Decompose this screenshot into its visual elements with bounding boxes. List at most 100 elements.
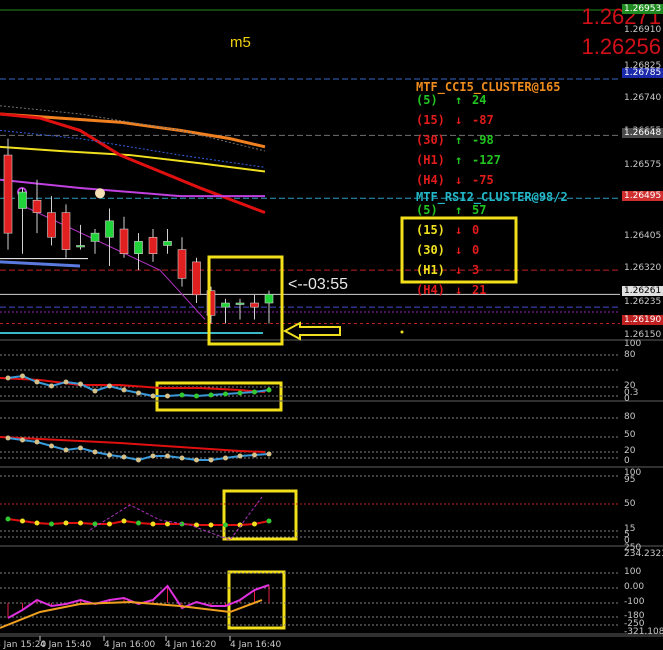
sub1-axis-label: 100 (624, 339, 642, 349)
sub1-dot (194, 393, 199, 399)
arrow-up-icon: ↑ (455, 203, 463, 217)
sub2-dot (92, 449, 98, 455)
sub4-axis-label: -100 (624, 597, 645, 607)
chart-canvas[interactable] (0, 0, 663, 650)
pivot-marker (95, 188, 105, 199)
cluster-timeframe: (15) (416, 223, 445, 237)
sub2-dot (252, 452, 257, 458)
chart-window[interactable]: m5 1.26271 1.26256 <--03:55 MTF_CCI5_CLU… (0, 0, 663, 650)
sub1-dot (223, 391, 228, 397)
cci-cluster-title: MTF_CCI5_CLUSTER@165 (416, 80, 561, 94)
arrow-up-icon: ↑ (455, 153, 463, 167)
sub2-dot (266, 451, 272, 457)
sub3-dot (252, 521, 257, 527)
sub3-purple (89, 496, 263, 541)
sub2-dot (208, 457, 214, 463)
sub1-dot (208, 392, 214, 398)
sub3-dot (223, 522, 228, 528)
sub4-axis-label: 234.2323 (624, 549, 663, 559)
fast-line (0, 260, 81, 268)
sub1-dot (252, 389, 257, 395)
sub1-dot (121, 387, 127, 393)
sub1-axis-label: 0 (624, 394, 630, 404)
sub2-axis-label: 0 (624, 456, 630, 466)
arrow-up-icon: ↑ (455, 93, 463, 107)
candle-body (250, 302, 259, 308)
price-axis-label: 1.26740 (624, 93, 662, 103)
sub3-dot (20, 518, 25, 524)
candle-body (264, 294, 274, 304)
price-axis-label: 1.26320 (624, 263, 662, 273)
sub3-dot (150, 521, 156, 527)
sub2-dot (136, 457, 141, 463)
arrow-down-icon: ↓ (455, 173, 463, 187)
price-tag: 1.26785 (622, 68, 663, 78)
cluster-timeframe: (H4) (416, 173, 445, 187)
sub1-dot (150, 393, 156, 399)
time-axis-label: 4 Jan 16:20 (165, 640, 217, 650)
sub2-dot (107, 452, 112, 458)
price-arrow (282, 321, 341, 341)
arrow-down-icon: ↓ (455, 113, 463, 127)
price-axis-label: 1.26575 (624, 160, 662, 170)
cluster-timeframe: (5) (416, 203, 438, 217)
sub1-dot (78, 381, 83, 387)
sub1-dot (107, 383, 112, 389)
cluster-value: 0 (472, 243, 480, 257)
candle-body (119, 228, 129, 254)
cluster-value: -127 (472, 153, 501, 167)
sub3-dot (179, 521, 185, 527)
sub2-dot (150, 453, 156, 459)
candle-body (221, 302, 230, 308)
cluster-timeframe: (H1) (416, 153, 445, 167)
sub3-dot (165, 521, 170, 527)
sub2-dot (5, 435, 11, 441)
sub2-axis-label: 50 (624, 430, 636, 440)
sub3-dot (121, 518, 127, 524)
arrow-up-icon: ↑ (455, 133, 463, 147)
time-axis-label: 4 Jan 15:40 (40, 640, 92, 650)
price-tag: 1.26190 (622, 315, 663, 325)
sub1-signal (0, 377, 266, 393)
sub2-dot (237, 453, 243, 459)
candle-body (177, 249, 187, 279)
sub4-axis-label: -321.1087 (624, 627, 663, 637)
sub4-signal (0, 599, 263, 629)
sub1-dot (63, 379, 69, 385)
ask-price: 1.26256 (581, 34, 661, 59)
sub2-dot (49, 443, 54, 449)
sub1-dot (266, 387, 272, 393)
sub3-dot (136, 520, 141, 526)
sub2-axis-label: 80 (624, 412, 636, 422)
sub4-axis-label: 100 (624, 567, 642, 577)
candle-body (148, 236, 158, 254)
price-tag: 1.26261 (622, 286, 663, 296)
time-axis-label: 4 Jan 16:00 (104, 640, 156, 650)
sub3-dot (63, 520, 69, 526)
candle-body (163, 241, 172, 246)
candle-body (61, 212, 71, 250)
sub3-dot (107, 521, 112, 527)
sub2-dot (179, 455, 185, 461)
sub2-dot (223, 455, 228, 461)
bar-countdown: <--03:55 (288, 276, 349, 293)
price-axis-label: 1.26235 (624, 297, 662, 307)
sub3-dot (208, 522, 214, 528)
sub3-axis-label: 95 (624, 475, 636, 485)
sub1-axis-label: 80 (624, 350, 636, 360)
candle-body (18, 191, 27, 209)
sub2-dot (78, 445, 83, 451)
cluster-timeframe: (15) (416, 113, 445, 127)
sub1-dot (5, 375, 11, 381)
cluster-timeframe: (H4) (416, 283, 445, 297)
cluster-timeframe: (H1) (416, 263, 445, 277)
cluster-value: -87 (472, 113, 494, 127)
highlight-box-sub4 (227, 570, 286, 630)
sub3-dot (49, 521, 54, 527)
candle-body (235, 302, 245, 305)
cluster-value: 3 (472, 263, 480, 277)
price-tag: 1.26495 (622, 191, 663, 201)
price-tag: 1.26953 (622, 4, 663, 14)
cluster-value: -75 (472, 173, 494, 187)
sub3-dot (266, 518, 272, 524)
